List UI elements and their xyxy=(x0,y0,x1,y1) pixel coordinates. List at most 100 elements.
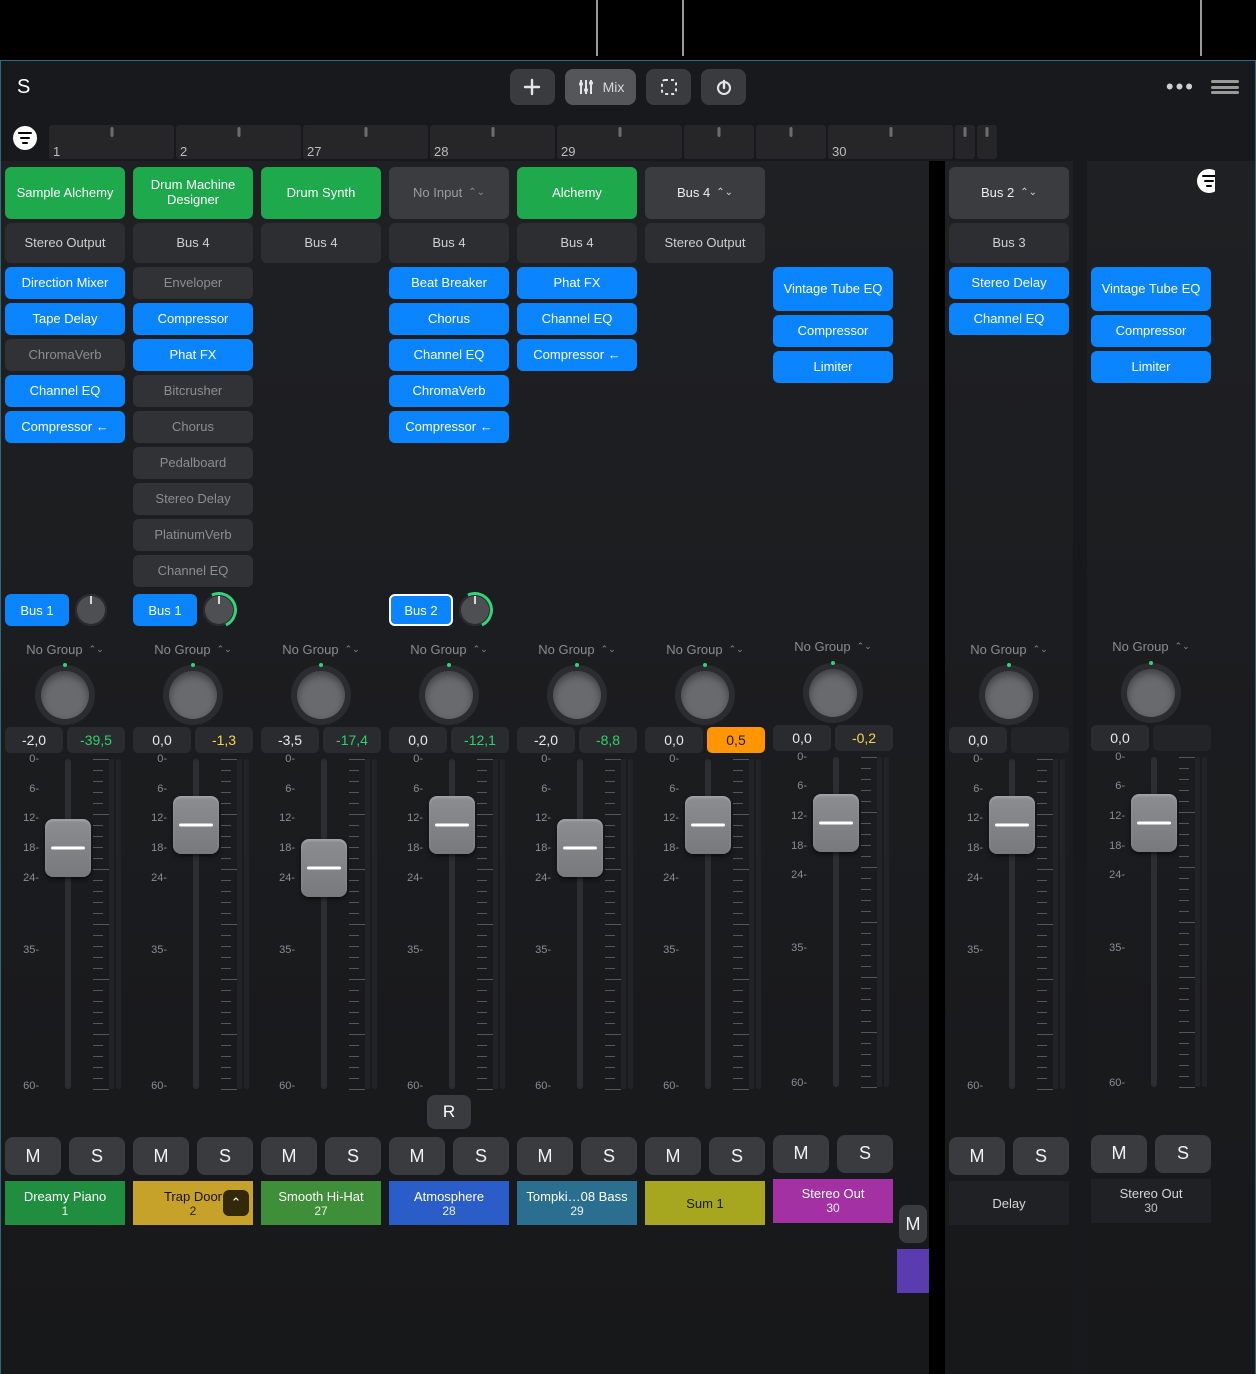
plugin-slot[interactable]: Beat Breaker xyxy=(389,267,509,299)
plugin-slot[interactable]: Compressor xyxy=(133,303,253,335)
plugin-slot[interactable]: Stereo Delay xyxy=(133,483,253,515)
mute-button[interactable]: M xyxy=(899,1205,927,1243)
plugin-slot[interactable]: Vintage Tube EQ xyxy=(1091,267,1211,311)
plugin-slot[interactable]: Phat FX xyxy=(133,339,253,371)
overview-track[interactable] xyxy=(977,125,997,159)
plugin-slot[interactable]: ChromaVerb xyxy=(5,339,125,371)
overview-track[interactable]: 1 xyxy=(49,125,174,159)
mute-button[interactable]: M xyxy=(5,1137,61,1175)
instrument-slot[interactable]: Sample Alchemy xyxy=(5,167,125,219)
overview-track[interactable]: 2 xyxy=(176,125,301,159)
mute-button[interactable]: M xyxy=(645,1137,701,1175)
send-level-knob[interactable] xyxy=(459,594,491,626)
group-selector[interactable]: No Group⌃⌄ xyxy=(133,633,253,665)
instrument-slot[interactable]: Bus 2⌃⌄ xyxy=(949,167,1069,219)
overview-track[interactable] xyxy=(955,125,975,159)
solo-button[interactable]: S xyxy=(581,1137,637,1175)
plugin-slot[interactable]: Compressor ← xyxy=(517,339,637,371)
send-slot[interactable]: Bus 1 xyxy=(5,594,69,626)
pan-knob[interactable] xyxy=(681,671,729,719)
instrument-slot[interactable]: Drum Synth xyxy=(261,167,381,219)
plugin-slot[interactable]: PlatinumVerb xyxy=(133,519,253,551)
plugin-slot[interactable]: Compressor xyxy=(773,315,893,347)
view-mode-mix[interactable]: Mix xyxy=(565,69,637,105)
peak-readout[interactable]: -17,4 xyxy=(323,727,381,753)
plugin-slot[interactable]: Compressor ← xyxy=(389,411,509,443)
plugin-slot[interactable]: Vintage Tube EQ xyxy=(773,267,893,311)
send-level-knob[interactable] xyxy=(203,594,235,626)
plugin-slot[interactable]: Channel EQ xyxy=(949,303,1069,335)
group-selector[interactable]: No Group⌃⌄ xyxy=(773,631,893,663)
plugin-slot[interactable]: Channel EQ xyxy=(5,375,125,407)
mute-button[interactable]: M xyxy=(389,1137,445,1175)
output-slot[interactable]: Bus 4 xyxy=(517,223,637,263)
plugin-slot[interactable]: Channel EQ xyxy=(517,303,637,335)
volume-fader[interactable] xyxy=(557,819,603,877)
volume-fader[interactable] xyxy=(301,839,347,897)
record-enable-button[interactable]: R xyxy=(427,1095,471,1129)
group-selector[interactable]: No Group⌃⌄ xyxy=(389,633,509,665)
pan-knob[interactable] xyxy=(809,669,857,717)
plugin-slot[interactable]: Pedalboard xyxy=(133,447,253,479)
plugin-slot[interactable]: Tape Delay xyxy=(5,303,125,335)
mute-button[interactable]: M xyxy=(773,1135,829,1173)
peak-readout[interactable]: 0,5 xyxy=(707,727,765,753)
output-slot[interactable]: Stereo Output xyxy=(645,223,765,263)
instrument-slot[interactable]: Drum Machine Designer xyxy=(133,167,253,219)
instrument-slot[interactable]: Bus 4⌃⌄ xyxy=(645,167,765,219)
volume-fader[interactable] xyxy=(173,796,219,854)
plugin-slot[interactable]: Enveloper xyxy=(133,267,253,299)
pan-knob[interactable] xyxy=(553,671,601,719)
solo-button[interactable]: S xyxy=(453,1137,509,1175)
volume-fader[interactable] xyxy=(429,796,475,854)
more-menu-button[interactable]: ••• xyxy=(1166,76,1195,98)
solo-button[interactable]: S xyxy=(837,1135,893,1173)
pan-knob[interactable] xyxy=(41,671,89,719)
track-name-label[interactable]: Stereo Out30 xyxy=(773,1179,893,1223)
group-selector[interactable]: No Group⌃⌄ xyxy=(1091,631,1211,663)
output-slot[interactable]: Bus 3 xyxy=(949,223,1069,263)
track-name-label[interactable]: Dreamy Piano1 xyxy=(5,1181,125,1225)
pan-knob[interactable] xyxy=(985,671,1033,719)
instrument-slot[interactable]: Alchemy xyxy=(517,167,637,219)
add-track-button[interactable] xyxy=(510,69,555,105)
solo-button[interactable]: S xyxy=(69,1137,125,1175)
track-name-label[interactable]: Atmosphere28 xyxy=(389,1181,509,1225)
output-slot[interactable]: Bus 4 xyxy=(261,223,381,263)
plugin-slot[interactable]: Stereo Delay xyxy=(949,267,1069,299)
volume-fader[interactable] xyxy=(813,794,859,852)
plugin-slot[interactable]: ChromaVerb xyxy=(389,375,509,407)
overview-track[interactable] xyxy=(756,125,826,159)
plugin-slot[interactable]: Direction Mixer xyxy=(5,267,125,299)
overview-track[interactable]: 27 xyxy=(303,125,428,159)
mute-button[interactable]: M xyxy=(133,1137,189,1175)
plugin-slot[interactable]: Limiter xyxy=(773,351,893,383)
overview-track[interactable]: 28 xyxy=(430,125,555,159)
solo-button[interactable]: S xyxy=(709,1137,765,1175)
mute-button[interactable]: M xyxy=(1091,1135,1147,1173)
track-name-label[interactable]: Delay xyxy=(949,1181,1069,1225)
output-slot[interactable]: Bus 4 xyxy=(389,223,509,263)
peak-readout[interactable]: -8,8 xyxy=(579,727,637,753)
plugin-slot[interactable]: Compressor ← xyxy=(5,411,125,443)
pan-knob[interactable] xyxy=(169,671,217,719)
plugin-slot[interactable]: Limiter xyxy=(1091,351,1211,383)
power-button[interactable] xyxy=(701,69,746,105)
peak-readout[interactable]: -39,5 xyxy=(67,727,125,753)
send-level-knob[interactable] xyxy=(75,594,107,626)
overview-track[interactable]: 29 xyxy=(557,125,682,159)
plugin-slot[interactable]: Channel EQ xyxy=(389,339,509,371)
track-name-label[interactable]: Sum 1 xyxy=(645,1181,765,1225)
track-name-label[interactable]: Trap Door2⌃ xyxy=(133,1181,253,1225)
send-slot[interactable]: Bus 1 xyxy=(133,594,197,626)
instrument-slot[interactable]: No Input⌃⌄ xyxy=(389,167,509,219)
overview-track[interactable] xyxy=(684,125,754,159)
plugin-slot[interactable]: Channel EQ xyxy=(133,555,253,587)
solo-button[interactable]: S xyxy=(1013,1137,1069,1175)
mute-button[interactable]: M xyxy=(517,1137,573,1175)
volume-fader[interactable] xyxy=(685,796,731,854)
track-name-label[interactable]: Smooth Hi-Hat27 xyxy=(261,1181,381,1225)
volume-fader[interactable] xyxy=(989,796,1035,854)
mute-button[interactable]: M xyxy=(949,1137,1005,1175)
solo-button[interactable]: S xyxy=(197,1137,253,1175)
